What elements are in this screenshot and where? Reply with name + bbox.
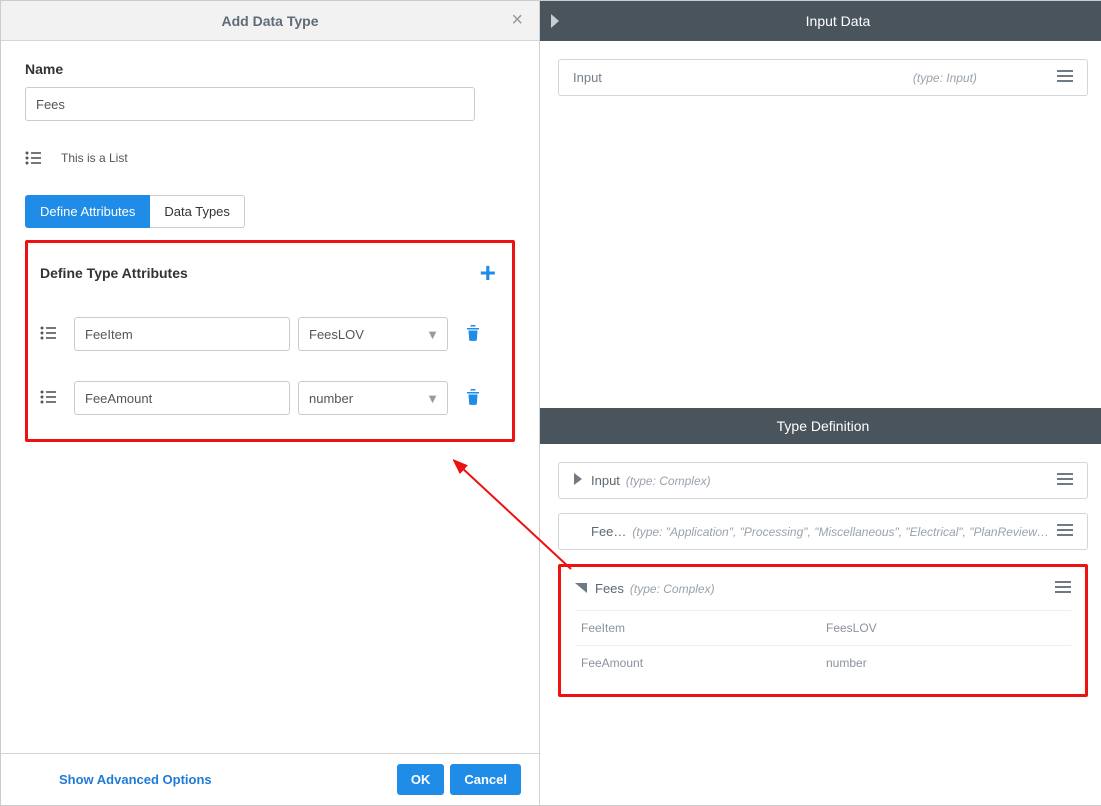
attribute-row: number ▼ <box>40 381 496 415</box>
type-hint: (type: "Application", "Processing", "Mis… <box>632 525 1049 539</box>
input-type-hint: (type: Input) <box>913 71 977 85</box>
show-advanced-link[interactable]: Show Advanced Options <box>59 772 212 787</box>
menu-icon[interactable] <box>1057 70 1073 85</box>
right-panel: Input Data Input (type: Input) Type Defi… <box>540 1 1101 805</box>
list-icon <box>40 326 56 343</box>
name-input[interactable] <box>25 87 475 121</box>
modal-title: Add Data Type <box>1 13 539 29</box>
input-card[interactable]: Input (type: Input) <box>558 59 1088 96</box>
attribute-type-value: number <box>309 391 353 406</box>
attribute-type-select[interactable]: FeesLOV ▼ <box>298 317 448 351</box>
ok-button[interactable]: OK <box>397 764 445 795</box>
type-row-feeslov[interactable]: Fee… (type: "Application", "Processing",… <box>558 513 1088 550</box>
define-attributes-header: Define Type Attributes + <box>40 259 496 287</box>
attribute-name-input[interactable] <box>74 317 290 351</box>
modal-footer: Show Advanced Options OK Cancel <box>1 753 539 805</box>
tab-define-attributes[interactable]: Define Attributes <box>25 195 150 228</box>
attribute-type-value: FeesLOV <box>309 327 364 342</box>
close-icon[interactable]: × <box>505 9 529 32</box>
tabs: Define Attributes Data Types <box>25 195 515 228</box>
attribute-name-input[interactable] <box>74 381 290 415</box>
fees-attr-row: FeeItem FeesLOV <box>575 610 1071 645</box>
define-attributes-box: Define Type Attributes + FeesLOV <box>25 240 515 442</box>
list-indicator-row: This is a List <box>25 151 515 165</box>
fees-header[interactable]: Fees (type: Complex) <box>561 567 1085 610</box>
collapse-icon[interactable] <box>540 14 570 28</box>
input-data-header: Input Data <box>540 1 1101 41</box>
menu-icon[interactable] <box>1057 473 1073 488</box>
name-label: Name <box>25 61 515 77</box>
type-name: Fee… <box>591 524 626 539</box>
delete-attribute-icon[interactable] <box>466 325 480 344</box>
input-data-title: Input Data <box>570 13 1101 29</box>
list-icon <box>25 151 41 165</box>
attribute-row: FeesLOV ▼ <box>40 317 496 351</box>
add-data-type-panel: Add Data Type × Name This is a List Defi… <box>1 1 540 805</box>
fees-attr-name: FeeAmount <box>581 656 826 670</box>
list-text: This is a List <box>61 151 128 165</box>
fees-attr-type: FeesLOV <box>826 621 1065 635</box>
attribute-type-select[interactable]: number ▼ <box>298 381 448 415</box>
expand-right-icon[interactable] <box>573 473 583 488</box>
menu-icon[interactable] <box>1055 581 1071 596</box>
fees-attr-row: FeeAmount number <box>575 645 1071 680</box>
expand-down-icon[interactable] <box>575 581 587 596</box>
type-name: Input <box>591 473 620 488</box>
fees-attr-name: FeeItem <box>581 621 826 635</box>
chevron-down-icon: ▼ <box>426 391 439 406</box>
cancel-button[interactable]: Cancel <box>450 764 521 795</box>
modal-body: Name This is a List Define Attributes Da… <box>1 41 539 753</box>
type-definition-header: Type Definition <box>540 408 1101 444</box>
type-hint: (type: Complex) <box>626 474 1049 488</box>
delete-attribute-icon[interactable] <box>466 389 480 408</box>
type-hint: (type: Complex) <box>630 582 715 596</box>
type-name: Fees <box>595 581 624 596</box>
fees-attributes: FeeItem FeesLOV FeeAmount number <box>561 610 1085 694</box>
type-row-input[interactable]: Input (type: Complex) <box>558 462 1088 499</box>
tab-data-types[interactable]: Data Types <box>150 195 245 228</box>
add-attribute-icon[interactable]: + <box>480 259 496 287</box>
list-icon <box>40 390 56 407</box>
type-definition-list: Input (type: Complex) Fee… (type: "Appli… <box>540 444 1101 715</box>
fees-attr-type: number <box>826 656 1065 670</box>
chevron-down-icon: ▼ <box>426 327 439 342</box>
type-definition-title: Type Definition <box>777 418 870 434</box>
type-definition-section: Type Definition Input (type: Complex) Fe… <box>540 408 1101 805</box>
input-data-body: Input (type: Input) <box>540 41 1101 408</box>
type-row-fees-highlighted: Fees (type: Complex) FeeItem FeesLOV <box>558 564 1088 697</box>
define-attributes-title: Define Type Attributes <box>40 265 188 281</box>
input-name: Input <box>573 70 602 85</box>
menu-icon[interactable] <box>1057 524 1073 539</box>
modal-header: Add Data Type × <box>1 1 539 41</box>
app-root: Add Data Type × Name This is a List Defi… <box>0 0 1101 806</box>
